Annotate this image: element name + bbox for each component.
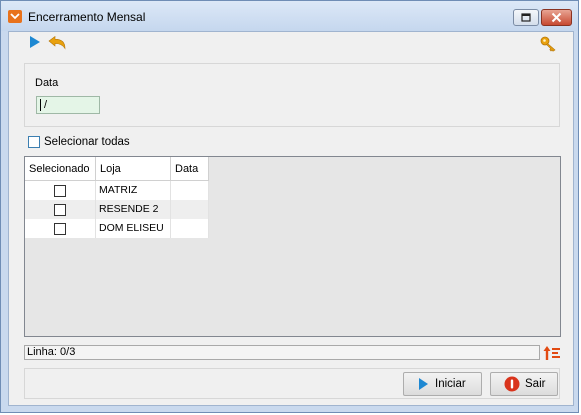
row-select-cell [25, 181, 96, 200]
row-checkbox[interactable] [54, 222, 66, 235]
window-title: Encerramento Mensal [28, 10, 146, 24]
main-panel: Data / Selecionar todas Selecionado Loja… [8, 31, 574, 406]
play-icon [418, 377, 429, 391]
date-panel: Data / [24, 63, 560, 127]
restore-icon [521, 13, 531, 22]
sort-icon[interactable] [543, 345, 561, 364]
loja-cell: RESENDE 2 [96, 200, 171, 219]
sair-button[interactable]: Sair [490, 372, 558, 396]
row-checkbox[interactable] [54, 184, 66, 197]
text-caret [40, 99, 41, 112]
title-bar[interactable]: Encerramento Mensal [1, 1, 578, 31]
iniciar-label: Iniciar [435, 378, 466, 390]
status-bar: Linha: 0/3 [24, 345, 540, 360]
row-checkbox[interactable] [54, 203, 66, 216]
column-header-loja[interactable]: Loja [96, 157, 171, 181]
data-cell [171, 200, 209, 219]
restore-button[interactable] [513, 9, 539, 26]
close-button[interactable] [541, 9, 572, 26]
select-all-label: Selecionar todas [44, 136, 130, 148]
table-row[interactable]: RESENDE 2 [25, 200, 209, 219]
sair-label: Sair [525, 378, 546, 390]
stores-grid[interactable]: Selecionado Loja Data MATRIZ RESENDE 2 D… [24, 156, 561, 337]
key-icon[interactable] [540, 36, 558, 55]
data-cell [171, 219, 209, 238]
play-icon[interactable] [29, 35, 41, 52]
app-window: Encerramento Mensal Data / Selecionar to… [0, 0, 579, 413]
undo-arrow-icon[interactable] [47, 35, 67, 53]
select-all-checkbox[interactable] [28, 136, 40, 148]
loja-cell: DOM ELISEU [96, 219, 171, 238]
table-row[interactable]: MATRIZ [25, 181, 209, 200]
date-input[interactable]: / [36, 96, 100, 114]
column-header-data[interactable]: Data [171, 157, 209, 181]
close-icon [551, 12, 562, 23]
select-all-option[interactable]: Selecionar todas [28, 136, 130, 148]
date-label: Data [35, 77, 59, 89]
column-header-selecionado[interactable]: Selecionado [25, 157, 96, 181]
date-value: / [44, 99, 48, 111]
table-row[interactable]: DOM ELISEU [25, 219, 209, 238]
stop-icon [504, 376, 520, 392]
app-icon [8, 10, 22, 23]
iniciar-button[interactable]: Iniciar [403, 372, 482, 396]
grid-header: Selecionado Loja Data [25, 157, 209, 181]
loja-cell: MATRIZ [96, 181, 171, 200]
row-select-cell [25, 219, 96, 238]
data-cell [171, 181, 209, 200]
row-select-cell [25, 200, 96, 219]
